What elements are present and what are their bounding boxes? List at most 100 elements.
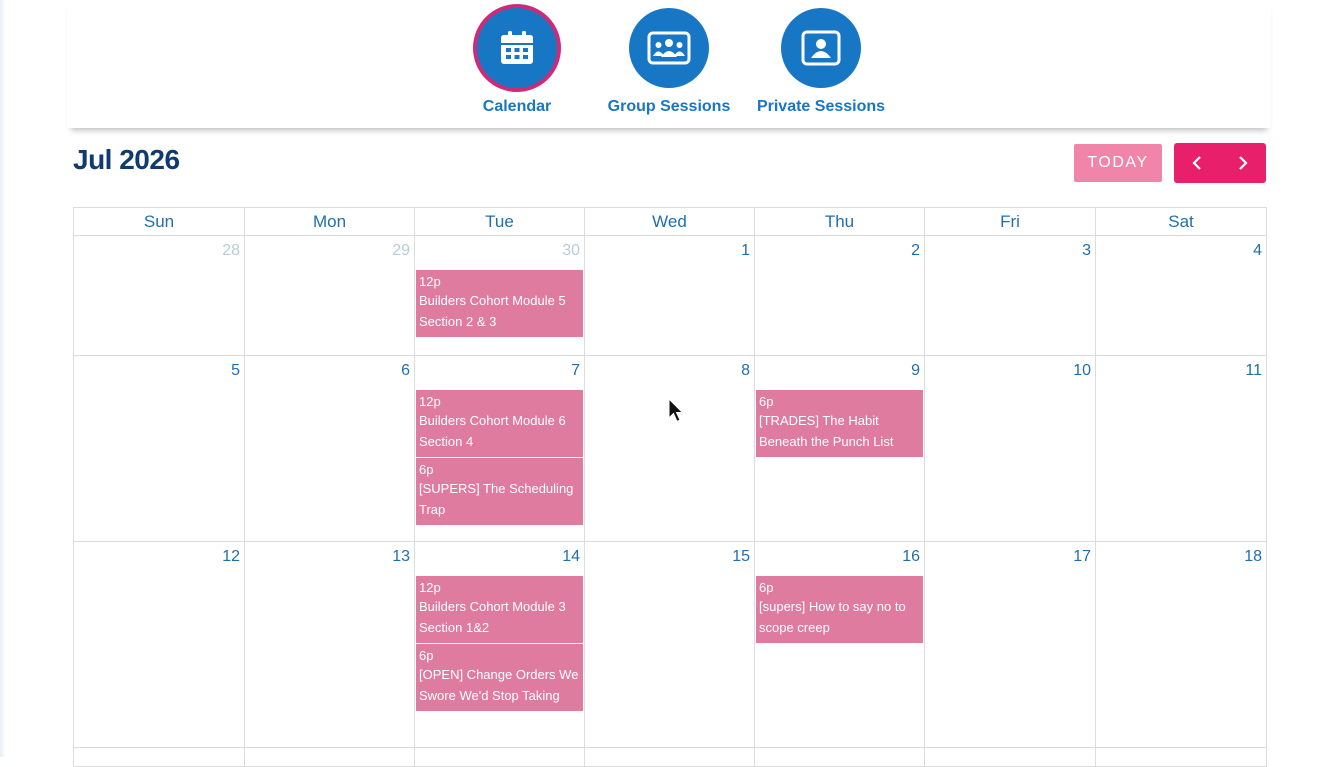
month-nav-buttons [1174,143,1266,183]
chevron-left-icon [1192,156,1201,170]
event-title: Builders Cohort Module 5 Section 2 & 3 [419,293,566,329]
day-number[interactable]: 11 [1245,362,1262,380]
day-cell[interactable]: 4 [1096,236,1267,356]
day-cell[interactable] [415,748,585,767]
day-number[interactable]: 29 [392,242,410,260]
nav-private-sessions[interactable]: Private Sessions [746,0,896,128]
day-cell[interactable] [925,748,1096,767]
day-number[interactable]: 9 [911,362,920,380]
calendar-event[interactable]: 6p [supers] How to say no to scope creep [756,576,923,643]
day-cell[interactable]: 29 [245,236,415,356]
day-cell[interactable] [585,748,755,767]
day-number[interactable]: 7 [571,362,580,380]
day-number[interactable]: 2 [911,242,920,260]
nav-label-calendar[interactable]: Calendar [442,98,592,116]
event-title: [TRADES] The Habit Beneath the Punch Lis… [759,413,894,449]
day-number[interactable]: 3 [1082,242,1091,260]
day-cell[interactable]: 5 [74,356,245,542]
day-cell[interactable]: 11 [1096,356,1267,542]
weekday-header: Sat [1096,207,1267,236]
calendar-event[interactable]: 6p [TRADES] The Habit Beneath the Punch L… [756,390,923,457]
day-cell[interactable] [74,748,245,767]
calendar-event[interactable]: 12p Builders Cohort Module 5 Section 2 & … [416,270,583,337]
private-sessions-nav-circle[interactable] [781,8,861,88]
day-number[interactable]: 16 [902,548,920,566]
event-title: Builders Cohort Module 3 Section 1&2 [419,599,566,635]
nav-label-private-sessions[interactable]: Private Sessions [746,98,896,116]
weekday-header: Wed [585,207,755,236]
day-cell[interactable]: 17 [925,542,1096,748]
day-number[interactable]: 18 [1244,548,1262,566]
day-cell[interactable] [1096,748,1267,767]
day-number[interactable]: 28 [222,242,240,260]
day-cell[interactable]: 8 [585,356,755,542]
top-nav: Calendar Group Sessions Private Sessions [67,0,1271,128]
event-time: 6p [419,648,434,663]
event-time: 12p [419,394,441,409]
day-cell[interactable]: 18 [1096,542,1267,748]
event-title: [SUPERS] The Scheduling Trap [419,481,574,517]
group-icon [647,31,691,65]
event-title: [OPEN] Change Orders We Swore We'd Stop … [419,667,579,703]
prev-month-button[interactable] [1174,143,1220,183]
event-time: 6p [759,394,774,409]
day-cell[interactable]: 1 [585,236,755,356]
day-number[interactable]: 14 [562,548,580,566]
day-cell[interactable]: 3 [925,236,1096,356]
day-cell[interactable]: 10 [925,356,1096,542]
calendar-icon [501,31,533,64]
day-cell[interactable]: 16 6p [supers] How to say no to scope cree… [755,542,925,748]
weekday-header: Thu [755,207,925,236]
day-cell[interactable]: 7 12p Builders Cohort Module 6 Section 4 6p… [415,356,585,542]
day-cell[interactable]: 30 12p Builders Cohort Module 5 Section 2 … [415,236,585,356]
day-cell[interactable] [755,748,925,767]
event-title: Builders Cohort Module 6 Section 4 [419,413,566,449]
day-number[interactable]: 13 [392,548,410,566]
nav-calendar[interactable]: Calendar [442,0,592,128]
calendar-event[interactable]: 6p [SUPERS] The Scheduling Trap [416,458,583,525]
event-time: 6p [759,580,774,595]
calendar-event[interactable]: 6p [OPEN] Change Orders We Swore We'd Sto… [416,644,583,711]
month-title: Jul 2026 [73,144,180,175]
weekday-header: Sun [74,207,245,236]
calendar-event[interactable]: 12p Builders Cohort Module 6 Section 4 [416,390,583,457]
nav-label-group-sessions[interactable]: Group Sessions [594,98,744,116]
day-number[interactable]: 10 [1073,362,1091,380]
mouse-cursor-icon [668,398,684,423]
day-number[interactable]: 5 [231,362,240,380]
day-cell[interactable]: 14 12p Builders Cohort Module 3 Section 1&… [415,542,585,748]
day-number[interactable]: 12 [222,548,240,566]
event-time: 12p [419,274,441,289]
day-number[interactable]: 17 [1073,548,1091,566]
day-number[interactable]: 8 [741,362,750,380]
event-time: 6p [419,462,434,477]
event-time: 12p [419,580,441,595]
page-left-edge [0,0,6,757]
today-button[interactable]: TODAY [1074,144,1162,182]
day-cell[interactable]: 9 6p [TRADES] The Habit Beneath the Punch … [755,356,925,542]
group-sessions-nav-circle[interactable] [629,8,709,88]
day-number[interactable]: 1 [741,242,750,260]
weekday-header: Fri [925,207,1096,236]
day-number[interactable]: 4 [1253,242,1262,260]
next-month-button[interactable] [1220,143,1266,183]
calendar-event[interactable]: 12p Builders Cohort Module 3 Section 1&2 [416,576,583,643]
weekday-header: Tue [415,207,585,236]
weekday-header: Mon [245,207,415,236]
day-number[interactable]: 15 [732,548,750,566]
day-cell[interactable]: 15 [585,542,755,748]
day-number[interactable]: 30 [562,242,580,260]
day-cell[interactable]: 28 [74,236,245,356]
day-cell[interactable]: 12 [74,542,245,748]
calendar-grid: Sun Mon Tue Wed Thu Fri Sat 28 29 30 12p Builders C… [73,207,1267,767]
contact-card-icon [801,30,841,66]
day-cell[interactable]: 2 [755,236,925,356]
nav-group-sessions[interactable]: Group Sessions [594,0,744,128]
day-cell[interactable] [245,748,415,767]
calendar-nav-circle[interactable] [473,4,561,92]
chevron-right-icon [1239,156,1248,170]
day-number[interactable]: 6 [401,362,410,380]
event-title: [supers] How to say no to scope creep [759,599,906,635]
day-cell[interactable]: 6 [245,356,415,542]
day-cell[interactable]: 13 [245,542,415,748]
